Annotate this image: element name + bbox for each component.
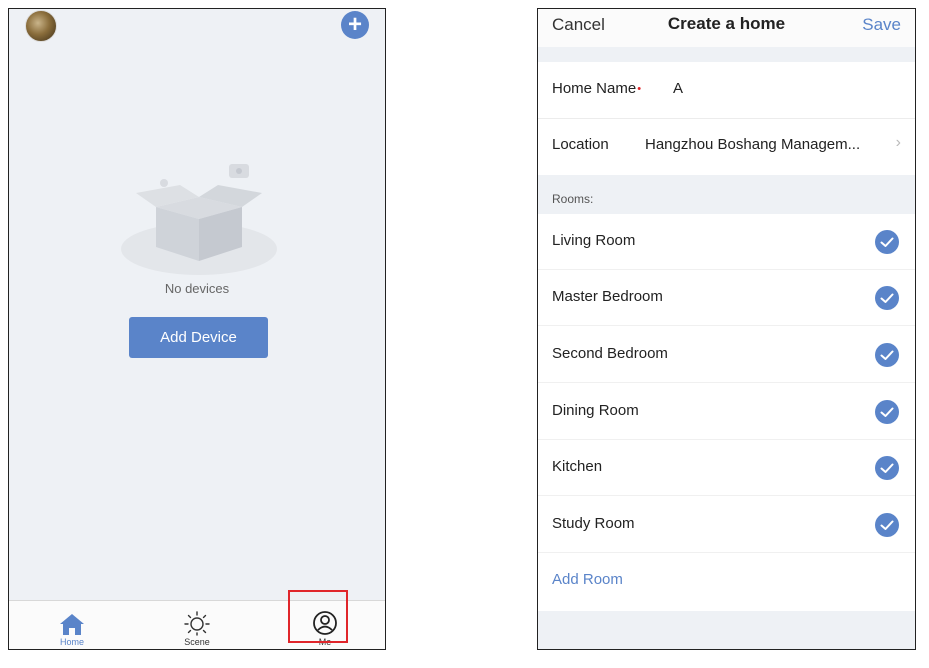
tab-label: Home: [59, 637, 84, 647]
list-item[interactable]: Second Bedroom: [538, 327, 915, 383]
tab-home[interactable]: Home: [32, 601, 112, 649]
rooms-header: Rooms:: [552, 192, 594, 206]
home-icon: [60, 614, 84, 635]
checkmark-icon[interactable]: [875, 400, 899, 424]
tab-scene[interactable]: Scene: [157, 601, 237, 649]
add-room-button[interactable]: Add Room: [552, 571, 623, 588]
location-value: Hangzhou Boshang Managem...: [645, 136, 861, 153]
list-item[interactable]: Master Bedroom: [538, 270, 915, 326]
tab-label: Scene: [184, 637, 210, 647]
home-screen: + No devices Add Device Home Scene Me: [8, 8, 386, 650]
checkmark-icon[interactable]: [875, 513, 899, 537]
sun-icon: [184, 611, 210, 636]
list-item[interactable]: Living Room: [538, 214, 915, 270]
chevron-right-icon: ›: [895, 134, 901, 151]
rooms-list: Living Room Master Bedroom Second Bedroo…: [538, 214, 915, 611]
room-name: Dining Room: [552, 402, 639, 419]
checkmark-icon[interactable]: [875, 230, 899, 254]
home-form: Home Name• A Location Hangzhou Boshang M…: [538, 62, 915, 175]
me-tab-highlight: [288, 590, 348, 643]
room-name: Master Bedroom: [552, 288, 663, 305]
list-item[interactable]: Dining Room: [538, 384, 915, 440]
add-device-button[interactable]: Add Device: [129, 317, 268, 358]
list-item[interactable]: Study Room: [538, 497, 915, 553]
add-room-row[interactable]: Add Room: [538, 553, 915, 609]
home-name-field[interactable]: A: [673, 80, 683, 97]
list-item[interactable]: Kitchen: [538, 440, 915, 496]
location-row[interactable]: Location Hangzhou Boshang Managem... ›: [538, 118, 915, 174]
home-name-label: Home Name•: [552, 80, 642, 97]
checkmark-icon[interactable]: [875, 343, 899, 367]
room-name: Living Room: [552, 232, 636, 249]
location-label: Location: [552, 136, 609, 153]
create-home-screen: Cancel Create a home Save Home Name• A L…: [537, 8, 916, 650]
add-icon[interactable]: +: [341, 11, 369, 39]
checkmark-icon[interactable]: [875, 286, 899, 310]
room-name: Study Room: [552, 515, 635, 532]
nav-bar: Cancel Create a home Save: [538, 9, 915, 47]
required-marker: •: [637, 83, 642, 96]
empty-state-text: No devices: [164, 281, 230, 296]
checkmark-icon[interactable]: [875, 456, 899, 480]
room-name: Second Bedroom: [552, 345, 668, 362]
empty-box-icon: [121, 164, 277, 275]
avatar[interactable]: [25, 10, 57, 42]
room-name: Kitchen: [552, 458, 603, 475]
home-name-row[interactable]: Home Name• A: [538, 62, 915, 119]
save-button[interactable]: Save: [862, 15, 901, 35]
page-title: Create a home: [667, 14, 786, 33]
